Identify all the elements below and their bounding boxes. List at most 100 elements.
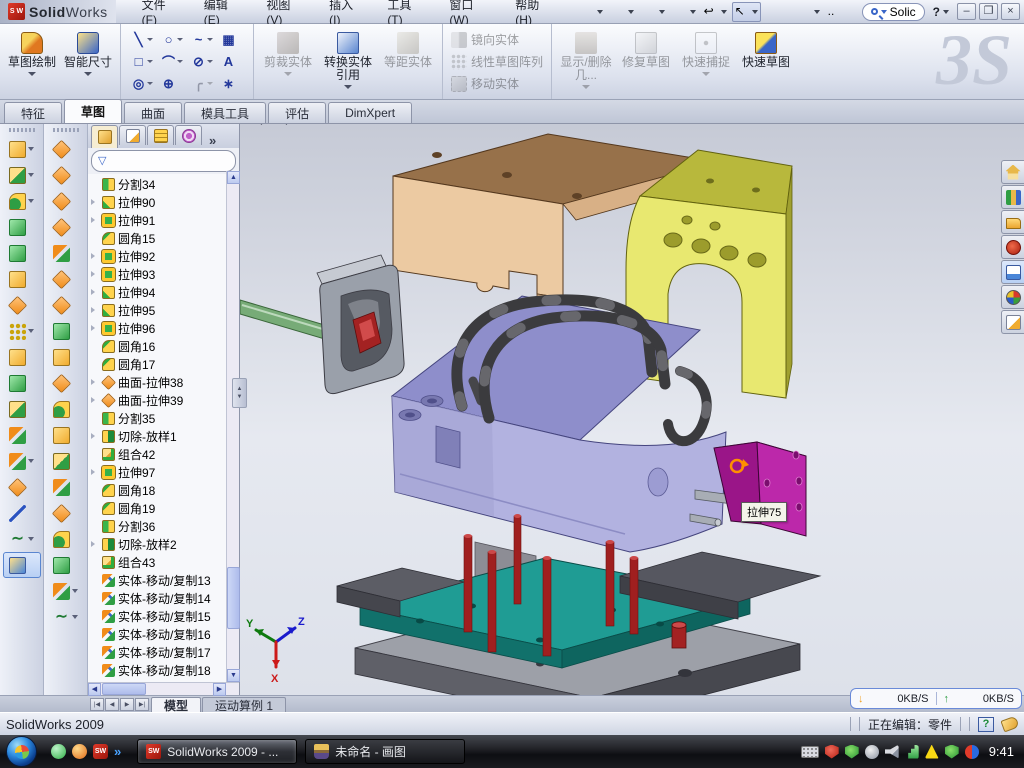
tree-filter-box[interactable]: ▽ xyxy=(91,150,236,172)
start-button[interactable] xyxy=(6,736,37,767)
volume-tray-icon[interactable] xyxy=(885,745,899,759)
feature-tree-item[interactable]: 圆角19 xyxy=(88,499,239,517)
tool-button[interactable] xyxy=(47,500,85,526)
tool-button[interactable] xyxy=(47,344,85,370)
chevron-down-icon[interactable] xyxy=(28,147,34,151)
sketch-entity-button[interactable]: ╭ xyxy=(187,73,217,95)
feature-tree-item[interactable]: 实体-移动/复制13 xyxy=(88,571,239,589)
ribbon-button[interactable]: 等距实体 xyxy=(380,28,436,96)
tool-button[interactable] xyxy=(47,448,85,474)
chevron-down-icon[interactable] xyxy=(84,72,92,76)
chevron-down-icon[interactable] xyxy=(72,615,78,619)
tree-vertical-scrollbar[interactable]: ▲ ▼ xyxy=(226,171,239,682)
task-pane-tab[interactable] xyxy=(1001,185,1024,209)
chevron-down-icon[interactable] xyxy=(177,38,183,41)
tool-button[interactable] xyxy=(47,188,85,214)
manager-tabs-overflow[interactable]: » xyxy=(209,133,216,148)
menu-item[interactable]: 编辑(E) xyxy=(192,0,255,23)
tool-button[interactable] xyxy=(3,396,41,422)
feature-tree-item[interactable]: 分割35 xyxy=(88,409,239,427)
tool-button[interactable] xyxy=(47,214,85,240)
scroll-up-button[interactable]: ▲ xyxy=(227,171,240,184)
feature-tree-item[interactable]: 组合43 xyxy=(88,553,239,571)
feature-tree-item[interactable]: 圆角15 xyxy=(88,229,239,247)
tree-horizontal-scrollbar[interactable]: ◀ ▶ xyxy=(88,682,239,695)
expand-arrow-icon[interactable] xyxy=(91,541,99,547)
feature-tree-item[interactable]: 分割36 xyxy=(88,517,239,535)
feature-tree-item[interactable]: 实体-移动/复制18 xyxy=(88,661,239,679)
quick-access-button[interactable]: .. xyxy=(825,2,854,22)
feature-tree-item[interactable]: 实体-移动/复制15 xyxy=(88,607,239,625)
manager-tab[interactable] xyxy=(147,125,174,145)
chevron-down-icon[interactable] xyxy=(943,10,949,14)
ribbon-stack-button[interactable]: 镜向实体 xyxy=(449,30,545,49)
chevron-down-icon[interactable] xyxy=(344,85,352,89)
chevron-down-icon[interactable] xyxy=(207,38,213,41)
chevron-down-icon[interactable] xyxy=(721,10,727,14)
chevron-down-icon[interactable] xyxy=(690,10,696,14)
tool-button[interactable] xyxy=(3,370,41,396)
tab-scroll-button[interactable]: |◀ xyxy=(90,698,104,711)
chevron-down-icon[interactable] xyxy=(284,72,292,76)
security-shield-tray-icon[interactable] xyxy=(845,745,859,759)
tab-scroll-button[interactable]: ◀ xyxy=(105,698,119,711)
tab-scroll-button[interactable]: ▶| xyxy=(135,698,149,711)
toolbar-drag-handle[interactable] xyxy=(53,128,79,132)
tag-icon[interactable] xyxy=(1000,716,1019,733)
tool-button[interactable] xyxy=(3,474,41,500)
feature-tree-item[interactable]: 曲面-拉伸38 xyxy=(88,373,239,391)
expand-arrow-icon[interactable] xyxy=(91,253,99,259)
chevron-down-icon[interactable] xyxy=(147,38,153,41)
command-tab[interactable]: 模具工具 xyxy=(184,102,266,123)
quick-access-button[interactable] xyxy=(608,2,637,22)
manager-tab[interactable] xyxy=(119,125,146,145)
ribbon-button[interactable]: 显示/删除几... xyxy=(558,28,614,96)
feature-tree-item[interactable]: 曲面-拉伸39 xyxy=(88,391,239,409)
tool-button[interactable] xyxy=(3,318,41,344)
menu-item[interactable]: 视图(V) xyxy=(254,0,317,23)
tool-button[interactable] xyxy=(47,136,85,162)
feature-tree-item[interactable]: 切除-放样1 xyxy=(88,427,239,445)
network-warning-tray-icon[interactable] xyxy=(925,745,939,759)
tool-button[interactable] xyxy=(47,292,85,318)
tool-button[interactable] xyxy=(47,318,85,344)
feature-tree-item[interactable]: 实体-移动/复制17 xyxy=(88,643,239,661)
messenger-icon[interactable] xyxy=(51,744,66,759)
tool-button[interactable] xyxy=(47,422,85,448)
feature-tree-item[interactable]: 拉伸95 xyxy=(88,301,239,319)
chevron-down-icon[interactable] xyxy=(28,329,34,333)
chevron-down-icon[interactable] xyxy=(597,10,603,14)
protection-tray-icon[interactable] xyxy=(945,745,959,759)
task-pane-tab[interactable] xyxy=(1001,260,1024,284)
ribbon-stack-button[interactable]: 移动实体 xyxy=(449,74,545,93)
feature-tree-item[interactable]: 拉伸90 xyxy=(88,193,239,211)
chevron-down-icon[interactable] xyxy=(177,60,183,63)
scrollbar-thumb[interactable] xyxy=(102,683,146,695)
expand-arrow-icon[interactable] xyxy=(91,397,99,403)
chevron-down-icon[interactable] xyxy=(752,10,758,14)
manager-tab[interactable] xyxy=(175,125,202,145)
ribbon-button[interactable]: 快速捕捉 xyxy=(678,28,734,96)
scrollbar-thumb[interactable] xyxy=(227,567,240,629)
sketch-entity-button[interactable]: ◎ xyxy=(127,73,157,95)
command-tab[interactable]: 曲面 xyxy=(124,102,182,123)
update-tray-icon[interactable] xyxy=(865,745,879,759)
feature-tree-item[interactable]: 拉伸93 xyxy=(88,265,239,283)
sketch-entity-button[interactable]: ~ xyxy=(187,29,217,51)
command-tab[interactable]: 评估 xyxy=(268,102,326,123)
chevron-down-icon[interactable] xyxy=(702,72,710,76)
panel-splitter-handle[interactable]: ▲▼ xyxy=(232,378,247,408)
menu-item[interactable]: 插入(I) xyxy=(317,0,375,23)
feature-tree-item[interactable]: 组合42 xyxy=(88,445,239,463)
sketch-entity-button[interactable]: □ xyxy=(127,51,157,73)
sketch-entity-button[interactable]: ○ xyxy=(157,29,187,51)
command-tab[interactable]: 草图 xyxy=(64,99,122,123)
restore-button[interactable]: ❐ xyxy=(979,3,998,20)
chevron-down-icon[interactable] xyxy=(28,72,36,76)
expand-arrow-icon[interactable] xyxy=(91,199,99,205)
chevron-down-icon[interactable] xyxy=(628,10,634,14)
ribbon-big-button[interactable]: 草图绘制 xyxy=(6,28,58,96)
ribbon-button[interactable]: 转换实体引用 xyxy=(320,28,376,96)
tool-button[interactable] xyxy=(47,474,85,500)
signal-tray-icon[interactable] xyxy=(905,745,919,759)
